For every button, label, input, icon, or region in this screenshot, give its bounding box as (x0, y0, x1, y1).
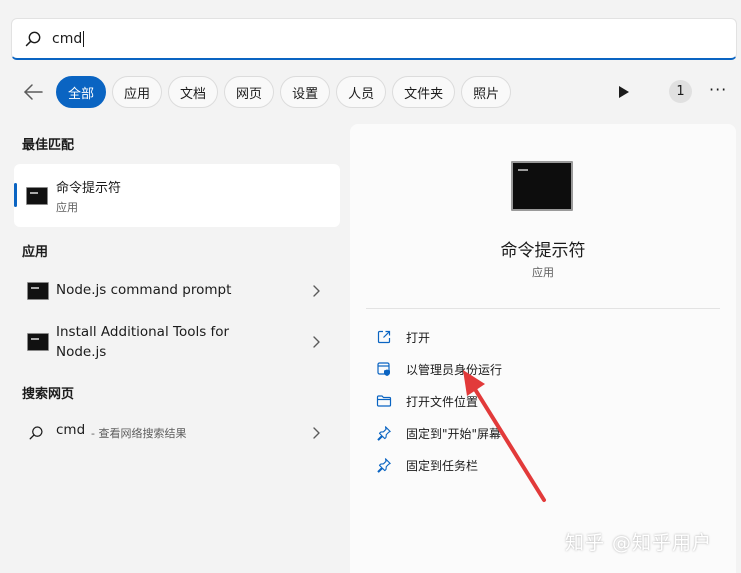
selection-indicator (14, 183, 17, 207)
search-icon (25, 31, 41, 46)
back-arrow-icon[interactable] (22, 82, 44, 102)
app-item-label: Node.js command prompt (56, 282, 232, 298)
app-item-nodejs-prompt[interactable]: Node.js command prompt (14, 276, 340, 304)
filter-bar: 全部 应用 文档 网页 设置 人员 文件夹 照片 1 ··· (0, 74, 741, 110)
more-options-button[interactable]: ··· (709, 80, 729, 104)
chip-apps[interactable]: 应用 (112, 76, 163, 108)
section-title-best-match: 最佳匹配 (22, 138, 75, 153)
web-search-hint: - 查看网络搜索结果 (91, 427, 187, 440)
search-icon (29, 426, 43, 440)
app-item-nodejs-tools[interactable]: Install Additional Tools for Node.js (14, 320, 340, 364)
section-title-web-search: 搜索网页 (22, 387, 75, 402)
chip-folders[interactable]: 文件夹 (392, 76, 456, 108)
action-open[interactable]: 打开 (376, 327, 430, 347)
chevron-right-icon[interactable] (312, 285, 320, 297)
best-match-name: 命令提示符 (56, 181, 122, 196)
app-item-label-line2: Node.js (56, 344, 107, 360)
filter-chips: 全部 应用 文档 网页 设置 人员 文件夹 照片 (56, 76, 512, 108)
app-item-label-line1: Install Additional Tools for (56, 324, 230, 340)
text-caret (83, 30, 85, 47)
chip-web[interactable]: 网页 (224, 76, 275, 108)
chevron-right-icon[interactable] (312, 427, 320, 439)
search-bar[interactable]: cmd (11, 18, 737, 60)
chip-documents[interactable]: 文档 (168, 76, 219, 108)
pin-icon (377, 426, 391, 441)
pin-icon (377, 458, 391, 473)
folder-icon (376, 395, 392, 407)
cmd-large-icon (511, 161, 573, 211)
chip-all[interactable]: 全部 (56, 76, 107, 108)
detail-app-name: 命令提示符 (500, 241, 586, 261)
play-icon[interactable] (617, 84, 631, 100)
best-match-type: 应用 (56, 201, 78, 214)
best-match-item[interactable]: 命令提示符 应用 (14, 164, 340, 227)
chevron-right-icon[interactable] (312, 336, 320, 348)
shield-admin-icon (377, 362, 390, 376)
action-label: 打开 (406, 330, 431, 345)
chip-settings[interactable]: 设置 (280, 76, 331, 108)
cmd-app-icon (27, 333, 49, 351)
count-badge[interactable]: 1 (669, 80, 692, 103)
detail-app-type: 应用 (532, 266, 554, 279)
web-search-query: cmd (56, 422, 86, 438)
cmd-app-icon (27, 282, 49, 300)
annotation-arrow (463, 370, 546, 502)
section-title-apps: 应用 (22, 245, 49, 260)
web-search-item[interactable]: cmd - 查看网络搜索结果 (14, 422, 340, 444)
watermark-text: 知乎 @知乎用户 (565, 532, 713, 554)
chip-photos[interactable]: 照片 (461, 76, 512, 108)
cmd-app-icon (26, 187, 48, 205)
search-input[interactable]: cmd (52, 30, 85, 47)
open-external-icon (377, 330, 391, 344)
chip-people[interactable]: 人员 (336, 76, 387, 108)
divider (366, 308, 720, 309)
